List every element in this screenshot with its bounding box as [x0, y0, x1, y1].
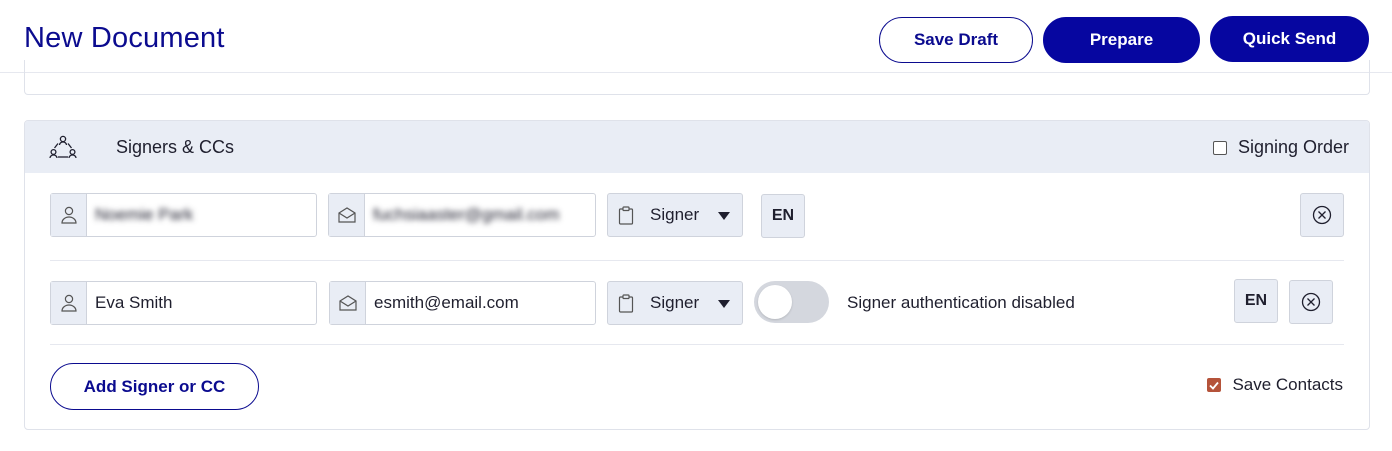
- envelope-open-icon: [329, 194, 365, 236]
- signer-2-remove-button[interactable]: [1289, 280, 1333, 324]
- signer-2-email-value: esmith@email.com: [374, 293, 519, 312]
- save-contacts-label: Save Contacts: [1232, 375, 1343, 394]
- signer-1-name-field[interactable]: Noemie Park: [50, 193, 317, 237]
- person-icon: [51, 194, 87, 236]
- save-draft-button[interactable]: Save Draft: [879, 17, 1033, 63]
- signer-1-email-field[interactable]: fuchsiaaster@gmail.com: [328, 193, 596, 237]
- person-icon: [51, 282, 87, 324]
- previous-panel: [24, 60, 1370, 95]
- page-title: New Document: [24, 22, 225, 54]
- signer-1-email-value: fuchsiaaster@gmail.com: [373, 205, 560, 224]
- clipboard-icon: [608, 205, 644, 225]
- signer-2-role-label: Signer: [650, 293, 700, 312]
- signer-1-role-label: Signer: [650, 205, 700, 224]
- signer-1-name-value: Noemie Park: [95, 205, 194, 224]
- signer-2-name-value: Eva Smith: [95, 293, 173, 312]
- signer-authentication-label: Signer authentication disabled: [847, 293, 1075, 312]
- row-divider: [50, 344, 1344, 345]
- toggle-knob: [758, 285, 792, 319]
- row-divider: [50, 260, 1344, 261]
- signer-1-remove-button[interactable]: [1300, 193, 1344, 237]
- prepare-button[interactable]: Prepare: [1043, 17, 1200, 63]
- quick-send-button[interactable]: Quick Send: [1210, 16, 1369, 62]
- checkmark-icon: [1209, 381, 1220, 390]
- add-signer-button[interactable]: Add Signer or CC: [50, 363, 259, 410]
- caret-down-icon: [718, 212, 730, 220]
- envelope-open-icon: [330, 282, 366, 324]
- signing-order-checkbox[interactable]: [1212, 140, 1227, 155]
- signer-2-language-button[interactable]: EN: [1234, 279, 1278, 323]
- signer-2-email-field[interactable]: esmith@email.com: [329, 281, 596, 325]
- caret-down-icon: [718, 300, 730, 308]
- people-group-icon: [49, 135, 77, 159]
- save-contacts-checkbox[interactable]: [1207, 378, 1222, 392]
- clipboard-icon: [608, 293, 644, 313]
- signers-panel-title: Signers & CCs: [116, 137, 235, 157]
- signing-order-label: Signing Order: [1237, 137, 1349, 157]
- signer-1-language-button[interactable]: EN: [761, 194, 805, 238]
- save-contacts-option[interactable]: Save Contacts: [1207, 375, 1343, 395]
- signer-2-role-dropdown[interactable]: Signer: [607, 281, 743, 325]
- signing-order-option[interactable]: Signing Order: [1212, 137, 1349, 158]
- circle-x-icon: [1301, 292, 1321, 312]
- signers-panel-header: Signers & CCs Signing Order: [25, 121, 1369, 173]
- circle-x-icon: [1312, 205, 1332, 225]
- signer-1-role-dropdown[interactable]: Signer: [607, 193, 743, 237]
- signers-panel: Signers & CCs Signing Order Noemie Park …: [24, 120, 1370, 430]
- signer-authentication-toggle[interactable]: [754, 281, 829, 323]
- signer-2-name-field[interactable]: Eva Smith: [50, 281, 317, 325]
